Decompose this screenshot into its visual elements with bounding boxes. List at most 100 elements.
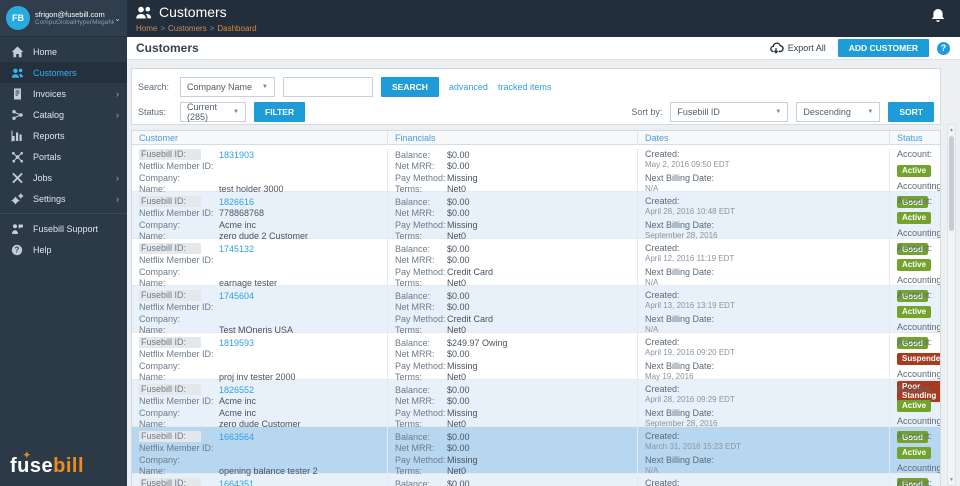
chevron-right-icon: ›	[116, 109, 119, 120]
sort-by-label: Sort by:	[631, 107, 663, 117]
next-billing-label: Next Billing Date:	[645, 455, 715, 465]
net-mrr-label: Net MRR:	[395, 161, 435, 172]
name-label: Name:	[139, 419, 166, 430]
table-row[interactable]: Fusebill ID: 1745132 Netflix Member ID: C…	[132, 239, 941, 306]
search-input[interactable]	[283, 77, 373, 97]
fusebill-id-label: Fusebill ID:	[139, 384, 201, 396]
scroll-up-icon[interactable]: ▲	[948, 127, 955, 133]
sidebar: FB sfrigon@fusebill.com CompuGlobalHyper…	[0, 0, 127, 486]
fusebill-id-link[interactable]: 1745604	[219, 291, 254, 301]
vertical-scrollbar[interactable]: ▲ ▼	[947, 124, 956, 486]
fusebill-id-link[interactable]: 1826552	[219, 385, 254, 395]
created-label: Created:	[645, 243, 680, 253]
account-label: Account:	[897, 478, 933, 486]
netflix-id-label: Netflix Member ID:	[139, 161, 214, 172]
fusebill-id-link[interactable]: 1819593	[219, 338, 254, 348]
advanced-link[interactable]: advanced	[449, 82, 488, 92]
sidebar-item-label: Catalog	[33, 109, 65, 120]
created-label: Created:	[645, 384, 680, 394]
home-icon	[11, 46, 25, 58]
notifications-bell-icon[interactable]	[930, 8, 946, 30]
company-label: Company:	[139, 266, 181, 277]
table-row[interactable]: Fusebill ID: 1831903 Netflix Member ID: C…	[132, 145, 940, 212]
sidebar-item-catalog[interactable]: Catalog ›	[0, 104, 127, 125]
sidebar-item-label: Help	[33, 244, 52, 255]
account-status-badge: Active	[897, 399, 932, 412]
sidebar-divider	[0, 213, 127, 214]
sidebar-item-jobs[interactable]: Jobs ›	[0, 167, 127, 188]
terms-label: Terms:	[395, 466, 422, 477]
account-label: Account:	[897, 196, 933, 206]
fusebill-id-link[interactable]: 1831903	[219, 150, 254, 160]
scrollbar-thumb[interactable]	[949, 136, 954, 231]
created-value: April 28, 2016 10:48 EDT	[645, 207, 735, 216]
created-value: April 13, 2016 13:19 EDT	[645, 301, 735, 310]
pay-method-label: Pay Method:	[395, 313, 446, 324]
export-all-button[interactable]: Export All	[769, 42, 826, 54]
sidebar-item-label: Customers	[33, 67, 77, 78]
reports-icon	[11, 130, 25, 142]
fusebill-id-link[interactable]: 1745132	[219, 244, 254, 254]
table-row[interactable]: Fusebill ID: 1826616 Netflix Member ID: 77…	[132, 192, 940, 259]
sidebar-item-help[interactable]: ? Help	[0, 239, 127, 260]
table-row[interactable]: Fusebill ID: 1819593 Netflix Member ID: C…	[132, 333, 940, 406]
filter-button[interactable]: FILTER	[254, 102, 306, 122]
breadcrumb-customers[interactable]: Customers	[168, 24, 207, 33]
name-label: Name:	[139, 278, 166, 289]
table-row[interactable]: Fusebill ID: 1826552 Netflix Member ID: Ac…	[132, 380, 940, 447]
sidebar-item-label: Invoices	[33, 88, 67, 99]
col-header-customer[interactable]: Customer	[132, 131, 387, 145]
sort-field-select[interactable]: Fusebill ID ▼	[670, 102, 789, 122]
sidebar-item-fusebill-support[interactable]: Fusebill Support	[0, 218, 127, 239]
col-header-dates[interactable]: Dates	[637, 131, 889, 145]
company-value: Acme inc	[219, 407, 257, 418]
fusebill-id-link[interactable]: 1663564	[219, 432, 254, 442]
sidebar-item-label: Reports	[33, 130, 65, 141]
status-label: Status:	[138, 107, 167, 117]
netflix-id-label: Netflix Member ID:	[139, 443, 214, 454]
pay-method-value: Missing	[447, 360, 478, 371]
company-label: Company:	[139, 313, 181, 324]
table-row[interactable]: Fusebill ID: 1663564 Netflix Member ID: C…	[132, 427, 940, 486]
scroll-down-icon[interactable]: ▼	[948, 477, 955, 483]
terms-value: Net0	[447, 231, 467, 242]
search-field-select[interactable]: Company Name ▼	[180, 77, 275, 97]
status-select[interactable]: Current (285) ▼	[180, 102, 246, 122]
sidebar-item-reports[interactable]: Reports	[0, 125, 127, 146]
accounting-label: Accounting:	[897, 274, 941, 285]
sidebar-item-portals[interactable]: Portals	[0, 146, 127, 167]
sidebar-item-settings[interactable]: Settings ›	[0, 188, 127, 209]
sidebar-item-label: Home	[33, 46, 58, 57]
balance-label: Balance:	[395, 431, 431, 442]
breadcrumb: Home > Customers > Dashboard	[136, 24, 257, 33]
customer-table-body: Fusebill ID: 1831903 Netflix Member ID: C…	[132, 145, 940, 486]
col-header-status[interactable]: Status	[889, 131, 940, 145]
help-icon[interactable]: ?	[937, 41, 950, 55]
tracked-items-link[interactable]: tracked items	[498, 82, 552, 92]
search-button[interactable]: SEARCH	[381, 77, 439, 97]
sidebar-item-label: Portals	[33, 151, 62, 162]
section-title: Customers	[136, 41, 199, 55]
table-row[interactable]: Fusebill ID: 1745604 Netflix Member ID: C…	[132, 286, 940, 353]
name-value: proj inv tester 2000	[219, 372, 296, 383]
sidebar-item-home[interactable]: Home	[0, 41, 127, 62]
fusebill-id-label: Fusebill ID:	[139, 290, 201, 302]
sidebar-item-invoices[interactable]: Invoices ›	[0, 83, 127, 104]
sort-direction-select[interactable]: Descending ▼	[796, 102, 881, 122]
col-header-financials[interactable]: Financials	[387, 131, 637, 145]
sort-button[interactable]: SORT	[888, 102, 934, 122]
company-label: Company:	[139, 219, 181, 230]
terms-label: Terms:	[395, 278, 422, 289]
fusebill-id-link[interactable]: 1826616	[219, 197, 254, 207]
add-customer-button[interactable]: ADD CUSTOMER	[837, 39, 929, 57]
table-header: Customer Financials Dates Status	[132, 131, 940, 145]
name-label: Name:	[139, 372, 166, 383]
caret-down-icon: ▼	[233, 109, 239, 115]
user-menu[interactable]: FB sfrigon@fusebill.com CompuGlobalHyper…	[0, 0, 127, 37]
balance-value: $249.97 Owing	[447, 337, 508, 348]
balance-value: $0.00	[447, 290, 470, 301]
breadcrumb-home[interactable]: Home	[136, 24, 157, 33]
pay-method-value: Missing	[447, 172, 478, 183]
fusebill-id-link[interactable]: 1664351	[219, 479, 254, 486]
sidebar-item-customers[interactable]: Customers	[0, 62, 127, 83]
